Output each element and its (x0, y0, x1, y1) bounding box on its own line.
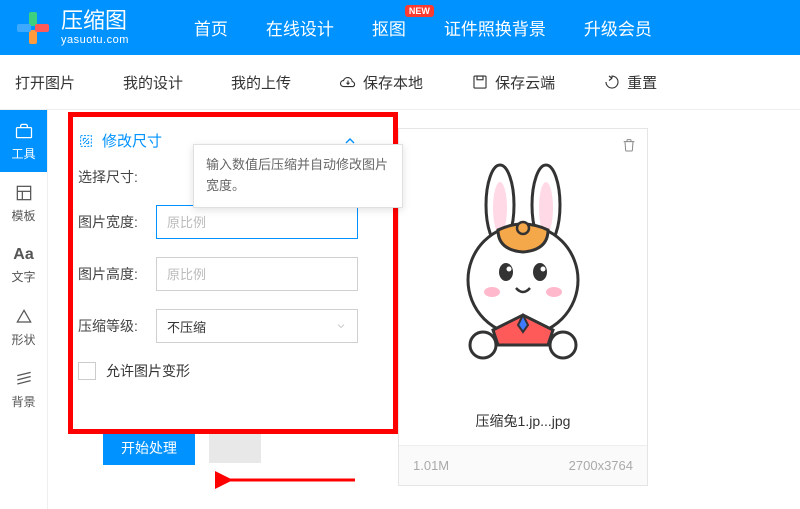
deform-row: 允许图片变形 (78, 361, 358, 381)
width-label: 图片宽度: (78, 212, 144, 232)
width-row: 图片宽度: (78, 205, 358, 239)
nav-cutout[interactable]: 抠图NEW (372, 15, 406, 40)
save-local-label: 保存本地 (363, 72, 423, 93)
sidebar-item-shape[interactable]: 形状 (0, 296, 47, 358)
sidebar-item-background[interactable]: 背景 (0, 358, 47, 420)
compress-row: 压缩等级: 不压缩 (78, 309, 358, 343)
compress-value: 不压缩 (167, 317, 206, 336)
file-size: 1.01M (413, 458, 449, 473)
sidebar-label: 形状 (11, 331, 35, 348)
cloud-download-icon (339, 73, 357, 91)
preview-area: 压缩兔1.jp...jpg 1.01M 2700x3764 (388, 110, 800, 509)
delete-button[interactable] (621, 137, 637, 156)
sidebar-item-tools[interactable]: 工具 (0, 110, 47, 172)
resize-icon (78, 133, 94, 149)
button-row: 开始处理 (48, 413, 388, 465)
sidebar-item-text[interactable]: Aa 文字 (0, 234, 47, 296)
logo[interactable]: 压缩图 yasuotu.com (15, 9, 129, 45)
toolbox-icon (14, 121, 34, 141)
width-input[interactable] (156, 205, 358, 239)
process-button[interactable]: 开始处理 (103, 431, 195, 465)
left-sidebar: 工具 模板 Aa 文字 形状 背景 (0, 110, 48, 509)
main-area: 工具 模板 Aa 文字 形状 背景 修改尺寸 (0, 110, 800, 509)
height-label: 图片高度: (78, 264, 144, 284)
file-dimensions: 2700x3764 (569, 458, 633, 473)
reset-button[interactable]: 重置 (603, 72, 657, 93)
secondary-button[interactable] (209, 433, 261, 463)
preview-image (399, 129, 647, 401)
allow-deform-checkbox[interactable] (78, 362, 96, 380)
preview-filename: 压缩兔1.jp...jpg (399, 401, 647, 445)
annotation-arrow (215, 465, 365, 495)
background-icon (14, 369, 34, 389)
sidebar-label: 文字 (11, 268, 35, 285)
select-size-label: 选择尺寸: (78, 167, 144, 187)
panel-title: 修改尺寸 (102, 130, 162, 151)
top-nav: 首页 在线设计 抠图NEW 证件照换背景 升级会员 (194, 15, 652, 40)
rabbit-illustration (448, 160, 598, 370)
preview-card: 压缩兔1.jp...jpg 1.01M 2700x3764 (398, 128, 648, 486)
save-icon (471, 73, 489, 91)
save-cloud-label: 保存云端 (495, 72, 555, 93)
toolbar: 打开图片 我的设计 我的上传 保存本地 保存云端 重置 (0, 55, 800, 110)
new-badge: NEW (405, 5, 434, 17)
sidebar-item-template[interactable]: 模板 (0, 172, 47, 234)
sidebar-label: 工具 (11, 145, 35, 162)
my-design-button[interactable]: 我的设计 (123, 72, 183, 93)
save-cloud-button[interactable]: 保存云端 (471, 72, 555, 93)
open-image-button[interactable]: 打开图片 (15, 72, 75, 93)
height-input[interactable] (156, 257, 358, 291)
sidebar-label: 背景 (11, 393, 35, 410)
reset-label: 重置 (627, 72, 657, 93)
logo-text: 压缩图 yasuotu.com (61, 9, 129, 45)
preview-meta: 1.01M 2700x3764 (399, 445, 647, 485)
compress-select[interactable]: 不压缩 (156, 309, 358, 343)
tooltip: 输入数值后压缩并自动修改图片宽度。 (193, 144, 403, 208)
nav-design[interactable]: 在线设计 (266, 15, 334, 40)
tool-panel: 修改尺寸 输入数值后压缩并自动修改图片宽度。 选择尺寸: 图片宽度: 图片高度:… (48, 110, 388, 509)
sidebar-label: 模板 (11, 207, 35, 224)
my-upload-button[interactable]: 我的上传 (231, 72, 291, 93)
chevron-down-icon (335, 320, 347, 332)
save-local-button[interactable]: 保存本地 (339, 72, 423, 93)
nav-cutout-label: 抠图 (372, 20, 406, 39)
trash-icon (621, 137, 637, 153)
text-icon: Aa (13, 246, 33, 264)
allow-deform-label: 允许图片变形 (106, 361, 190, 381)
top-header: 压缩图 yasuotu.com 首页 在线设计 抠图NEW 证件照换背景 升级会… (0, 0, 800, 55)
compress-label: 压缩等级: (78, 316, 144, 336)
reset-icon (603, 73, 621, 91)
shape-icon (14, 307, 34, 327)
nav-upgrade[interactable]: 升级会员 (584, 15, 652, 40)
template-icon (14, 183, 34, 203)
nav-home[interactable]: 首页 (194, 15, 228, 40)
logo-icon (15, 10, 51, 46)
nav-idphoto[interactable]: 证件照换背景 (444, 15, 546, 40)
height-row: 图片高度: (78, 257, 358, 291)
